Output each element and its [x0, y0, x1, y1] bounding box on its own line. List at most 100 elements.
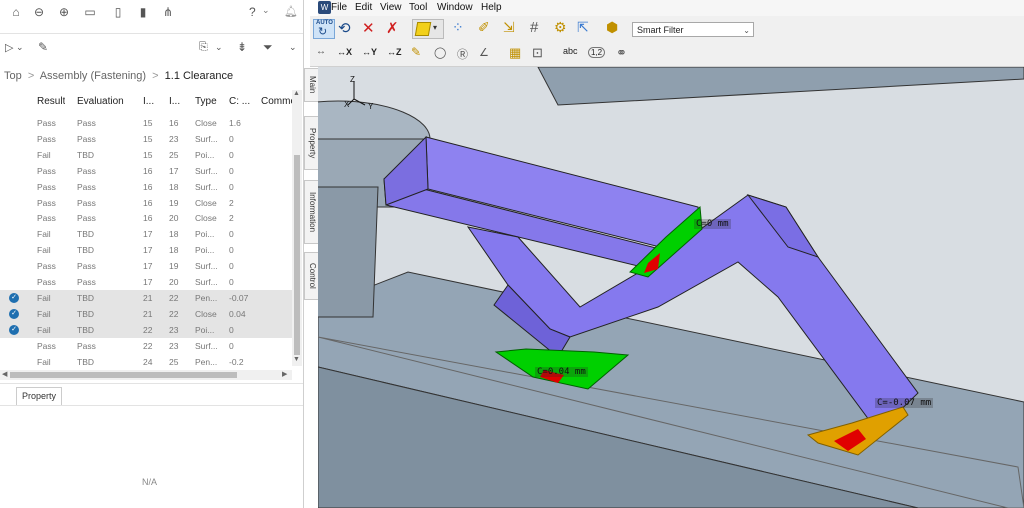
- breadcrumb-assembly[interactable]: Assembly (Fastening): [40, 70, 146, 82]
- measure-line-icon[interactable]: ↔: [316, 46, 326, 57]
- bookmark-dropdown-icon[interactable]: ⌄: [215, 42, 223, 53]
- tab-control[interactable]: Control: [304, 252, 319, 300]
- section-icon[interactable]: ▦: [509, 45, 521, 61]
- auto-button[interactable]: AUTO ↻: [313, 19, 335, 39]
- column-header-comment[interactable]: Comme: [261, 96, 292, 110]
- scroll-left-icon[interactable]: ◀: [2, 370, 7, 378]
- grid-icon[interactable]: #: [530, 19, 538, 36]
- table-row[interactable]: Fail TBD 15 25 Poi... 0: [0, 147, 292, 163]
- pencil-measure-icon[interactable]: ✎: [411, 45, 421, 59]
- vertical-scrollbar[interactable]: ▲ ▼: [292, 90, 302, 366]
- tab-property-side[interactable]: Property: [304, 116, 319, 170]
- table-row[interactable]: ✓ Fail TBD 22 23 Poi... 0: [0, 321, 292, 338]
- scrollbar-thumb[interactable]: [10, 372, 237, 378]
- table-row[interactable]: Pass Pass 15 23 Surf... 0: [0, 131, 292, 147]
- box-icon[interactable]: ⬢: [606, 19, 618, 36]
- table-row[interactable]: ✓ Fail TBD 21 22 Close 0.04: [0, 305, 292, 322]
- horizontal-scrollbar[interactable]: ◀ ▶: [0, 370, 292, 380]
- page-icon[interactable]: ▮: [135, 4, 151, 20]
- table-row[interactable]: Pass Pass 16 17 Surf... 0: [0, 163, 292, 179]
- settings-shape-icon[interactable]: ⚙︎: [554, 19, 567, 36]
- clearance-annotation-right[interactable]: C=-0.07 mm: [875, 398, 934, 408]
- scrollbar-thumb[interactable]: [294, 155, 300, 355]
- more-dropdown-icon[interactable]: ⌄: [289, 42, 297, 53]
- sort-icon[interactable]: ⇟: [237, 40, 247, 54]
- help-dropdown-icon[interactable]: ⌄: [262, 5, 270, 16]
- smart-filter-select[interactable]: Smart Filter ⌄: [632, 22, 754, 37]
- sketch-icon[interactable]: ✐: [478, 19, 490, 36]
- check-icon[interactable]: ✓: [9, 292, 19, 303]
- tree-icon[interactable]: ⋔: [160, 4, 176, 20]
- table-row[interactable]: Pass Pass 16 20 Close 2: [0, 210, 292, 226]
- bookmark-icon[interactable]: ⎘: [199, 41, 208, 54]
- bell-icon[interactable]: 🔔︎: [284, 5, 298, 18]
- table-row[interactable]: Pass Pass 17 20 Surf... 0: [0, 274, 292, 290]
- table-row[interactable]: Fail TBD 24 25 Pen... -0.2: [0, 354, 292, 369]
- table-row[interactable]: Pass Pass 22 23 Surf... 0: [0, 338, 292, 354]
- clearance-annotation-top[interactable]: C=0 mm: [694, 219, 731, 229]
- cancel-pointer-icon[interactable]: ✗: [386, 19, 399, 37]
- measure-y-button[interactable]: ↔Y: [362, 47, 377, 57]
- clearance-annotation-middle[interactable]: C=0.04 mm: [535, 367, 588, 377]
- cycle-icon[interactable]: ⟲: [338, 19, 351, 37]
- menu-file[interactable]: File: [331, 2, 347, 13]
- column-header-i1[interactable]: I...: [143, 96, 157, 110]
- check-icon[interactable]: ✓: [9, 308, 19, 319]
- measure-z-button[interactable]: ↔Z: [387, 47, 402, 57]
- column-header-result[interactable]: Result: [37, 96, 65, 110]
- export-icon[interactable]: ⇱: [577, 19, 589, 36]
- cell-i2: 18: [169, 229, 179, 240]
- radius-icon[interactable]: Ⓡ: [457, 46, 468, 62]
- table-row[interactable]: Fail TBD 17 18 Poi... 0: [0, 242, 292, 258]
- breadcrumb-top[interactable]: Top: [4, 70, 22, 82]
- column-header-i2[interactable]: I...: [169, 96, 183, 110]
- app-logo-icon: W: [318, 1, 331, 14]
- column-header-type[interactable]: Type: [195, 96, 217, 110]
- play-icon[interactable]: ▷: [5, 41, 13, 54]
- smart-filter-dropdown-icon[interactable]: ⌄: [743, 23, 750, 38]
- menu-window[interactable]: Window: [437, 2, 473, 13]
- check-icon[interactable]: ✓: [9, 324, 19, 335]
- color-mode-button[interactable]: ▾: [412, 19, 444, 39]
- measure-x-button[interactable]: ↔X: [337, 47, 352, 57]
- scroll-down-icon[interactable]: ▼: [293, 356, 300, 363]
- breadcrumb-clearance[interactable]: 1.1 Clearance: [165, 70, 234, 82]
- filter-icon[interactable]: ⏷: [263, 40, 273, 55]
- play-dropdown-icon[interactable]: ⌄: [16, 42, 24, 53]
- text-label-button[interactable]: abc: [563, 46, 578, 56]
- scroll-up-icon[interactable]: ▲: [293, 90, 300, 97]
- menu-view[interactable]: View: [380, 2, 402, 13]
- document-icon[interactable]: ▯: [110, 4, 126, 20]
- menu-help[interactable]: Help: [481, 2, 502, 13]
- menu-tool[interactable]: Tool: [409, 2, 427, 13]
- pencil-icon[interactable]: ✎: [38, 40, 48, 54]
- tab-property[interactable]: Property: [16, 387, 62, 405]
- angle-icon[interactable]: ∠: [479, 46, 489, 59]
- table-row[interactable]: Pass Pass 16 19 Close 2: [0, 195, 292, 211]
- link-icon[interactable]: ⚭: [616, 45, 627, 61]
- table-row[interactable]: Pass Pass 17 19 Surf... 0: [0, 258, 292, 274]
- nodes-icon[interactable]: ⁘: [452, 19, 464, 36]
- tab-main[interactable]: Main: [304, 68, 319, 102]
- fit-icon[interactable]: ⊡: [532, 45, 543, 61]
- menu-edit[interactable]: Edit: [355, 2, 372, 13]
- cell-i1: 24: [143, 356, 153, 367]
- scroll-right-icon[interactable]: ▶: [282, 370, 287, 378]
- import-icon[interactable]: ⇲: [503, 19, 515, 36]
- column-header-evaluation[interactable]: Evaluation: [77, 96, 124, 110]
- table-row[interactable]: Pass Pass 15 16 Close 1.6: [0, 115, 292, 131]
- help-button[interactable]: ?: [249, 5, 256, 19]
- tab-information[interactable]: Information: [304, 180, 319, 244]
- table-row[interactable]: ✓ Fail TBD 21 22 Pen... -0.07: [0, 289, 292, 306]
- circle-measure-icon[interactable]: ◯: [434, 46, 446, 59]
- zoom-out-icon[interactable]: ⊖: [31, 4, 47, 20]
- number-label-button[interactable]: 1,2: [588, 47, 606, 58]
- cancel-x-icon[interactable]: ✕: [362, 19, 375, 37]
- table-row[interactable]: Pass Pass 16 18 Surf... 0: [0, 179, 292, 195]
- table-row[interactable]: Fail TBD 17 18 Poi... 0: [0, 226, 292, 242]
- column-header-c[interactable]: C: ...: [229, 96, 251, 110]
- zoom-in-icon[interactable]: ⊕: [56, 4, 72, 20]
- home-icon[interactable]: ⌂: [8, 4, 24, 20]
- 3d-viewport[interactable]: Z X Y C=0 mm C=0.04 mm C=-0.07 mm: [318, 67, 1024, 508]
- window-icon[interactable]: ▭: [82, 4, 98, 20]
